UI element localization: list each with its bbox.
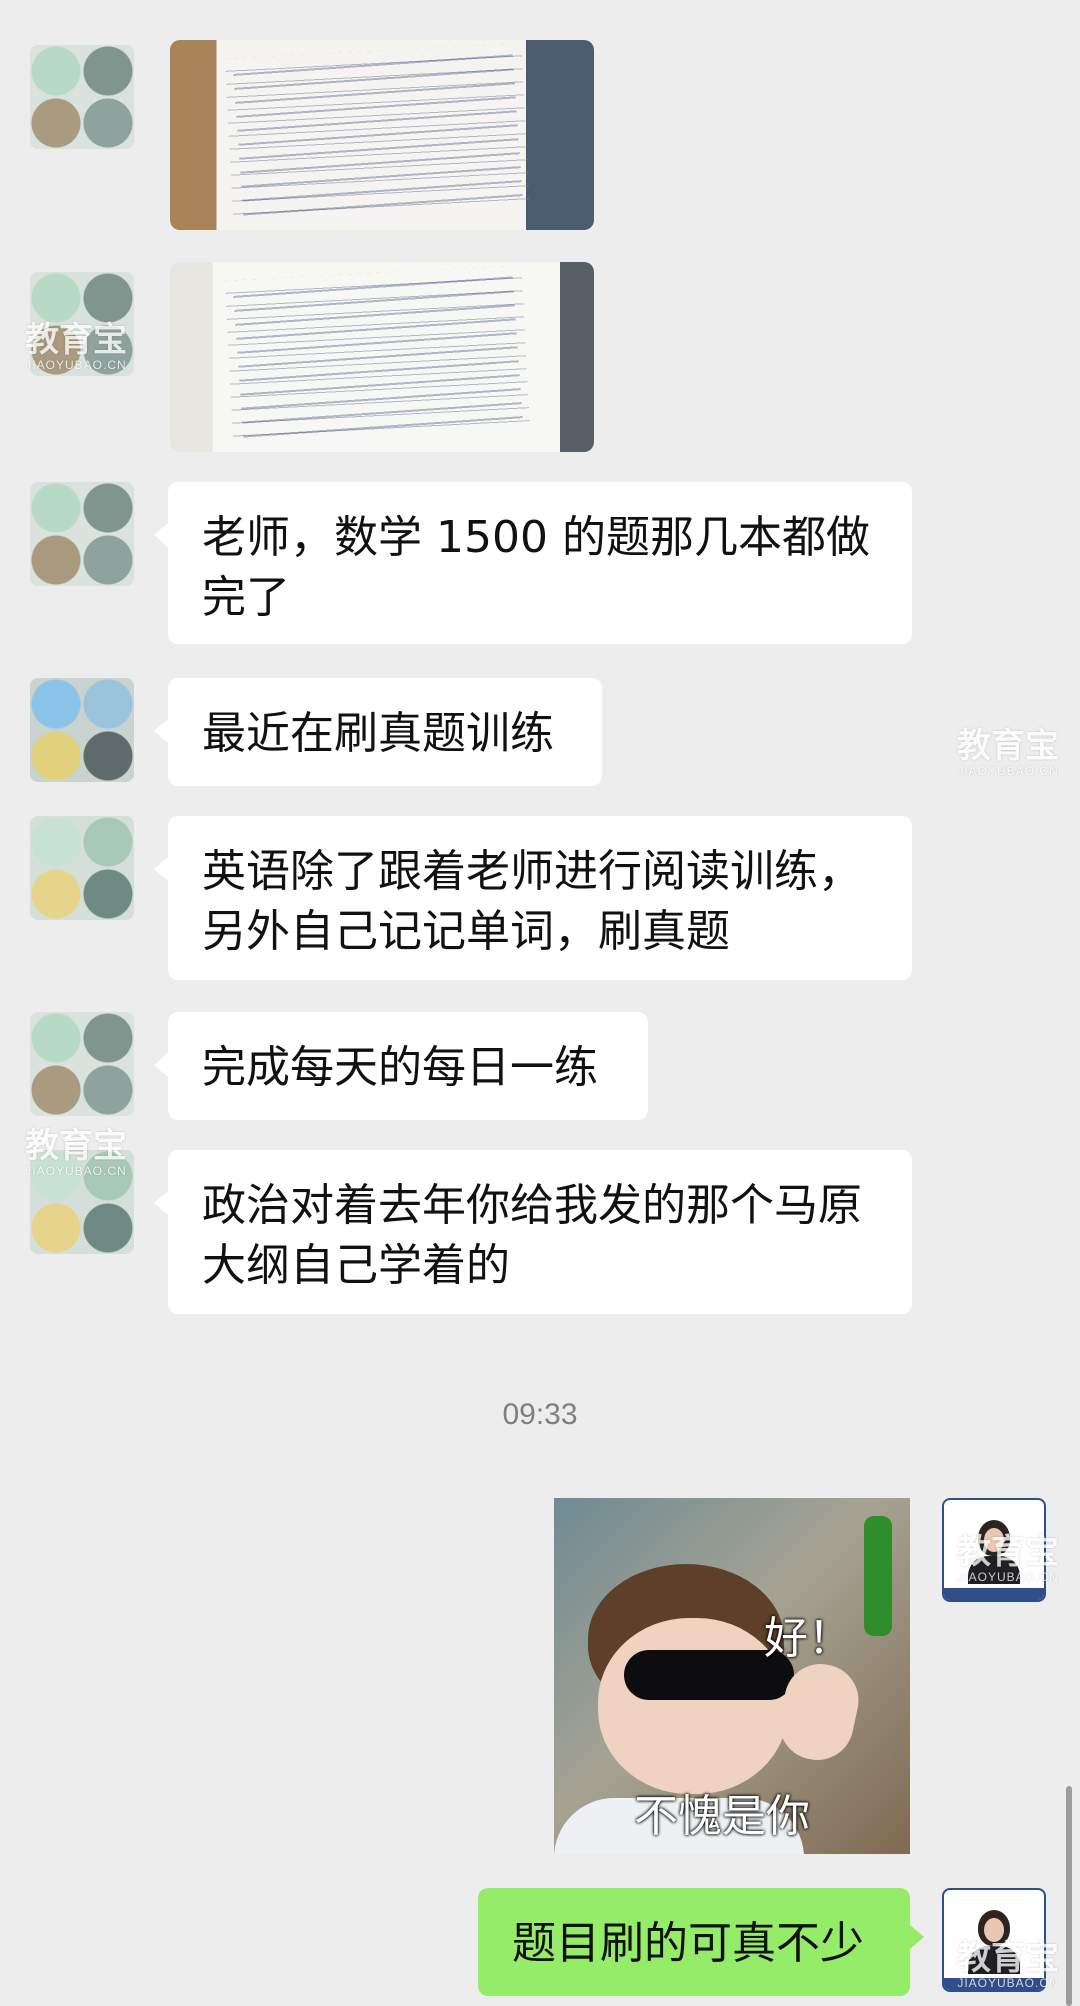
message-text: 题目刷的可真不少 bbox=[512, 1918, 864, 1969]
child-face bbox=[598, 1618, 788, 1794]
watermark-subtitle: JIAOYUBAO.CN bbox=[957, 1976, 1059, 1990]
message-text: 老师，数学 1500 的题那几本都做完了 bbox=[202, 512, 870, 623]
notebook-handwriting bbox=[232, 267, 523, 447]
message-bubble[interactable]: 完成每天的每日一练 bbox=[154, 1012, 648, 1120]
watermark-title: 教育宝 bbox=[957, 1938, 1059, 1978]
contact-avatar[interactable] bbox=[30, 45, 134, 149]
watermark-title: 教育宝 bbox=[25, 1126, 127, 1166]
watermark: 教育宝 JIAOYUBAO.CN bbox=[950, 1534, 1066, 1584]
message-bubble[interactable]: 老师，数学 1500 的题那几本都做完了 bbox=[154, 482, 912, 644]
contact-avatar[interactable] bbox=[30, 1012, 134, 1116]
notebook-photo-1[interactable] bbox=[170, 40, 594, 230]
watermark-subtitle: JIAOYUBAO.CN bbox=[25, 358, 127, 372]
contact-avatar[interactable] bbox=[30, 816, 134, 920]
contact-avatar[interactable] bbox=[30, 482, 134, 586]
watermark: 教育宝 JIAOYUBAO.CN bbox=[18, 1128, 134, 1178]
notebook-photo-2[interactable] bbox=[170, 262, 594, 452]
watermark-title: 教育宝 bbox=[25, 320, 127, 360]
chat-thread[interactable]: 老师，数学 1500 的题那几本都做完了 最近在刷真题训练 英语除了跟着老师进行… bbox=[0, 0, 1080, 2006]
watermark: 教育宝 JIAOYUBAO.CN bbox=[18, 322, 134, 372]
notebook-handwriting bbox=[232, 45, 523, 225]
message-text: 英语除了跟着老师进行阅读训练，另外自己记记单词，刷真题 bbox=[202, 846, 862, 957]
watermark-title: 教育宝 bbox=[957, 1532, 1059, 1572]
avatar-band bbox=[944, 1588, 1044, 1600]
message-bubble[interactable]: 英语除了跟着老师进行阅读训练，另外自己记记单词，刷真题 bbox=[154, 816, 912, 980]
sticker-bottom-caption: 不愧是你 bbox=[634, 1791, 810, 1842]
watermark: 教育宝 JIAOYUBAO.CN bbox=[950, 1940, 1066, 1990]
watermark-title: 教育宝 bbox=[957, 726, 1059, 766]
scrollbar[interactable] bbox=[1066, 1786, 1072, 2006]
message-text: 完成每天的每日一练 bbox=[202, 1042, 598, 1093]
message-timestamp: 09:33 bbox=[502, 1398, 578, 1431]
message-text: 最近在刷真题训练 bbox=[202, 708, 554, 759]
sticker-top-caption: 好！ bbox=[764, 1613, 852, 1664]
sticker-image[interactable]: 好！ 不愧是你 bbox=[554, 1498, 910, 1854]
watermark-subtitle: JIAOYUBAO.CN bbox=[957, 1570, 1059, 1584]
message-text: 政治对着去年你给我发的那个马原大纲自己学着的 bbox=[202, 1180, 862, 1291]
contact-avatar[interactable] bbox=[30, 678, 134, 782]
message-bubble[interactable]: 最近在刷真题训练 bbox=[154, 678, 602, 786]
message-bubble-outgoing[interactable]: 题目刷的可真不少 bbox=[478, 1888, 924, 1996]
watermark: 教育宝 JIAOYUBAO.CN bbox=[950, 728, 1066, 778]
bottle-shape bbox=[864, 1516, 892, 1636]
watermark-subtitle: JIAOYUBAO.CN bbox=[25, 1164, 127, 1178]
watermark-subtitle: JIAOYUBAO.CN bbox=[957, 764, 1059, 778]
message-bubble[interactable]: 政治对着去年你给我发的那个马原大纲自己学着的 bbox=[154, 1150, 912, 1314]
